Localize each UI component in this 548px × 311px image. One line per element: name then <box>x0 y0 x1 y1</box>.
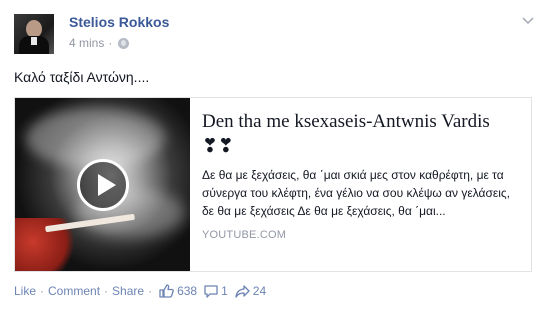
post-message: Καλό ταξίδι Αντώνη.... <box>14 69 150 85</box>
share-title[interactable]: Den tha me ksexaseis-Antwnis Vardis ❣❣ <box>202 109 519 159</box>
feed-post: Stelios Rokkos 4 mins · Καλό ταξίδι Αντώ… <box>0 0 548 311</box>
action-separator: · <box>148 284 153 298</box>
post-timestamp[interactable]: 4 mins <box>69 36 104 50</box>
action-separator: · <box>104 284 109 298</box>
author-name[interactable]: Stelios Rokkos <box>69 14 169 30</box>
comments-count[interactable]: 1 <box>204 284 228 298</box>
link-share-card[interactable]: Den tha me ksexaseis-Antwnis Vardis ❣❣ Δ… <box>14 97 532 272</box>
shares-count[interactable]: 24 <box>235 284 266 298</box>
avatar[interactable] <box>14 14 54 54</box>
avatar-collar <box>31 37 37 45</box>
shares-count-value: 24 <box>252 284 267 298</box>
comment-bubble-icon <box>204 284 218 298</box>
like-button[interactable]: Like <box>14 284 36 298</box>
share-button[interactable]: Share <box>112 284 144 298</box>
share-arrow-icon <box>235 284 250 298</box>
action-separator: · <box>40 284 45 298</box>
likes-count[interactable]: 638 <box>159 284 197 298</box>
comment-button[interactable]: Comment <box>48 284 100 298</box>
thumbs-up-icon <box>159 284 174 298</box>
share-source: YOUTUBE.COM <box>202 229 287 241</box>
play-icon[interactable] <box>77 159 129 211</box>
globe-icon[interactable] <box>118 37 130 49</box>
post-meta: 4 mins · <box>69 36 130 50</box>
post-actions: Like · Comment · Share · 638 1 24 <box>14 284 266 298</box>
chevron-down-icon[interactable] <box>522 14 534 26</box>
meta-separator: · <box>108 36 113 50</box>
video-thumbnail[interactable] <box>15 98 190 271</box>
share-card-text: Den tha me ksexaseis-Antwnis Vardis ❣❣ Δ… <box>190 98 531 271</box>
share-description: Δε θα με ξεχάσεις, θα ΄μαι σκιά μες στον… <box>202 168 511 218</box>
likes-count-value: 638 <box>177 284 198 298</box>
comments-count-value: 1 <box>221 284 228 298</box>
